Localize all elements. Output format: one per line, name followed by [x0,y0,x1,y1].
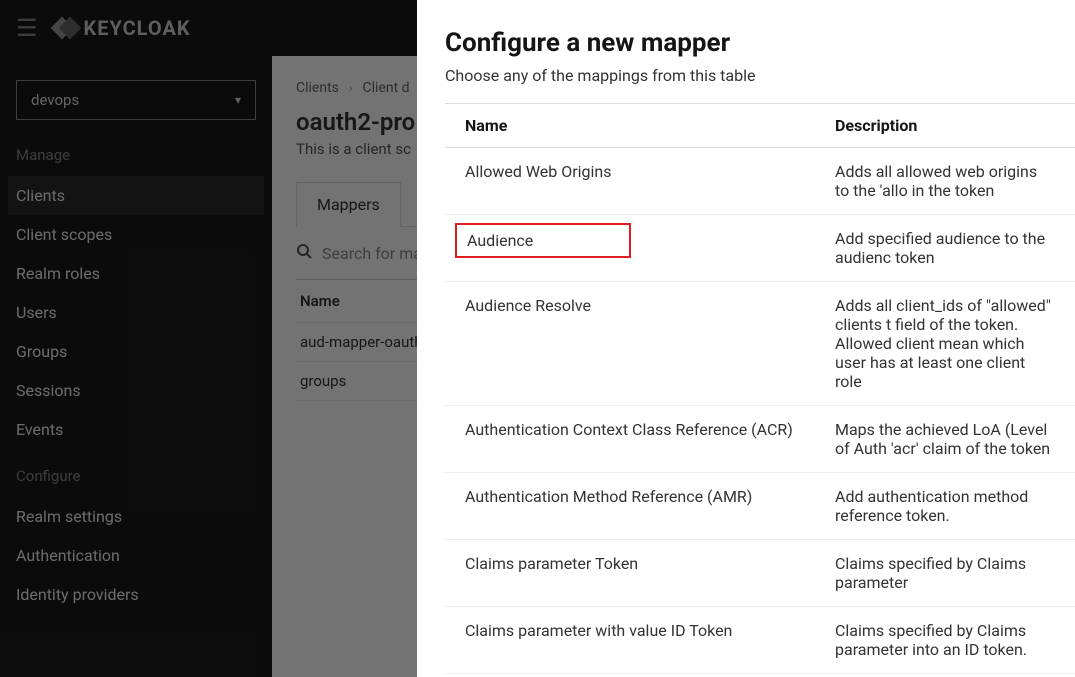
sidebar-item-sessions[interactable]: Sessions [8,371,264,410]
sidebar-item-groups[interactable]: Groups [8,332,264,371]
sidebar-item-realm-roles[interactable]: Realm roles [8,254,264,293]
sidebar-item-realm-settings[interactable]: Realm settings [8,497,264,536]
mapper-row[interactable]: AudienceAdd specified audience to the au… [445,215,1075,282]
mapper-name: Allowed Web Origins [445,148,815,215]
mapper-th-desc: Description [815,104,1075,148]
search-input[interactable]: Search for ma [296,243,422,263]
mapper-row[interactable]: Authentication Context Class Reference (… [445,406,1075,473]
mapper-description: Map user group membership [815,674,1075,677]
mapper-name: Audience [445,215,815,282]
brand-text: KEYCLOAK [84,16,191,40]
mapper-description: Claims specified by Claims parameter [815,540,1075,607]
brand-logo[interactable]: KEYCLOAK [54,16,191,40]
sidebar: devops ▾ Manage ClientsClient scopesReal… [0,56,272,677]
mapper-row[interactable]: Claims parameter TokenClaims specified b… [445,540,1075,607]
breadcrumb-item: Client d [363,80,410,96]
sidebar-item-clients[interactable]: Clients [8,176,264,215]
mapper-name: Claims parameter with value ID Token [445,607,815,674]
nav-section-manage: Manage [8,128,264,176]
mapper-name: Authentication Method Reference (AMR) [445,473,815,540]
mapper-row[interactable]: Group MembershipMap user group membershi… [445,674,1075,677]
nav-section-configure: Configure [8,449,264,497]
mapper-description: Adds all client_ids of "allowed" clients… [815,282,1075,406]
breadcrumb-item[interactable]: Clients [296,80,339,96]
chevron-right-icon: › [349,81,353,95]
sidebar-item-authentication[interactable]: Authentication [8,536,264,575]
mapper-row[interactable]: Claims parameter with value ID TokenClai… [445,607,1075,674]
mapper-modal: Configure a new mapper Choose any of the… [417,0,1075,677]
mapper-name: Audience Resolve [445,282,815,406]
logo-icon [54,16,78,40]
modal-title: Configure a new mapper [445,28,1075,58]
mapper-name: Group Membership [445,674,815,677]
search-placeholder: Search for ma [322,244,422,263]
modal-subtitle: Choose any of the mappings from this tab… [445,66,1075,85]
hamburger-icon[interactable]: ☰ [16,14,38,42]
mapper-row[interactable]: Audience ResolveAdds all client_ids of "… [445,282,1075,406]
realm-selected: devops [31,91,79,109]
chevron-down-icon: ▾ [235,93,241,107]
mapper-th-name: Name [445,104,815,148]
mapper-name: Authentication Context Class Reference (… [445,406,815,473]
tab-mappers[interactable]: Mappers [296,182,401,227]
sidebar-item-events[interactable]: Events [8,410,264,449]
mapper-row[interactable]: Allowed Web OriginsAdds all allowed web … [445,148,1075,215]
mapper-table: Name Description Allowed Web OriginsAdds… [445,103,1075,677]
mapper-description: Maps the achieved LoA (Level of Auth 'ac… [815,406,1075,473]
mapper-description: Add specified audience to the audienc to… [815,215,1075,282]
sidebar-item-client-scopes[interactable]: Client scopes [8,215,264,254]
mapper-row[interactable]: Authentication Method Reference (AMR)Add… [445,473,1075,540]
mapper-description: Add authentication method reference toke… [815,473,1075,540]
mapper-name: Claims parameter Token [445,540,815,607]
sidebar-item-identity-providers[interactable]: Identity providers [8,575,264,614]
mapper-description: Adds all allowed web origins to the 'all… [815,148,1075,215]
mapper-description: Claims specified by Claims parameter int… [815,607,1075,674]
search-icon [296,243,312,263]
realm-dropdown[interactable]: devops ▾ [16,80,256,120]
sidebar-item-users[interactable]: Users [8,293,264,332]
